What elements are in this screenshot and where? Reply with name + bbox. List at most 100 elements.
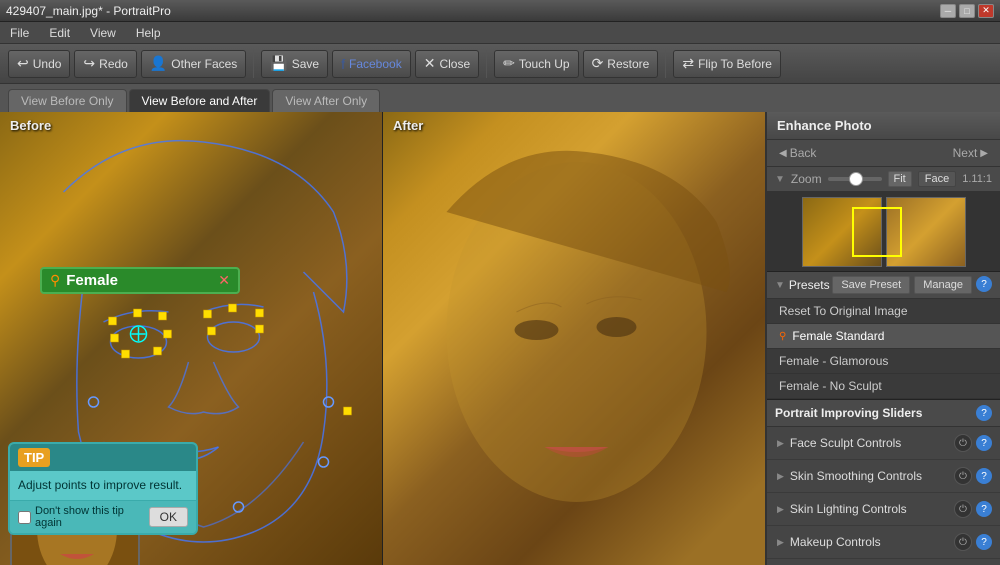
preset-item-3[interactable]: Female - No Sculpt: [767, 374, 1000, 399]
next-arrow-icon: ▶: [980, 148, 988, 159]
power-button-2[interactable]: ⏻: [954, 500, 972, 518]
slider-controls-1: ⏻ ?: [954, 467, 992, 485]
zoom-fit-button[interactable]: Fit: [888, 171, 912, 187]
back-button[interactable]: ◀ Back: [775, 144, 820, 162]
after-panel: After: [383, 112, 765, 565]
gender-text: Female: [66, 272, 212, 289]
presets-arrow-icon: ▼: [775, 280, 785, 291]
other-faces-button[interactable]: 👤 Other Faces: [141, 50, 246, 78]
sliders-help-button[interactable]: ?: [976, 405, 992, 421]
after-svg: [383, 112, 765, 565]
slider-row-3[interactable]: ▶ Makeup Controls ⏻ ?: [767, 526, 1000, 559]
preset-label-1: Female Standard: [792, 329, 884, 343]
titlebar-controls: ─ □ ✕: [940, 4, 994, 18]
redo-button[interactable]: ↪ Redo: [74, 50, 136, 78]
close-button[interactable]: ✕: [978, 4, 994, 18]
window-title: 429407_main.jpg* - PortraitPro: [6, 4, 171, 18]
zoom-row: ▼ Zoom Fit Face 1.11:1: [767, 167, 1000, 192]
facebook-icon: f: [341, 56, 345, 72]
minimize-button[interactable]: ─: [940, 4, 956, 18]
power-button-1[interactable]: ⏻: [954, 467, 972, 485]
zoom-label: Zoom: [791, 172, 822, 186]
titlebar: 429407_main.jpg* - PortraitPro ─ □ ✕: [0, 0, 1000, 22]
close-toolbar-button[interactable]: ✕ Close: [415, 50, 479, 78]
slider-row-4[interactable]: ▶ Eye Controls ⏻ ?: [767, 559, 1000, 565]
back-arrow-icon: ◀: [779, 148, 787, 159]
preset-dot-1: ⚲: [779, 331, 786, 342]
menu-view[interactable]: View: [86, 24, 120, 42]
slider-name-1: Skin Smoothing Controls: [790, 469, 922, 483]
presets-actions: Save Preset Manage ?: [832, 276, 992, 294]
slider-left-0: ▶ Face Sculpt Controls: [777, 436, 901, 450]
preset-label-3: Female - No Sculpt: [779, 379, 882, 393]
slider-name-2: Skin Lighting Controls: [790, 502, 907, 516]
zoom-handle[interactable]: [849, 172, 863, 186]
save-button[interactable]: 💾 Save: [261, 50, 328, 78]
gender-close-button[interactable]: ✕: [218, 272, 230, 289]
slider-left-1: ▶ Skin Smoothing Controls: [777, 469, 922, 483]
preset-item-2[interactable]: Female - Glamorous: [767, 349, 1000, 374]
close-toolbar-icon: ✕: [424, 55, 436, 72]
faces-icon: 👤: [150, 55, 167, 72]
slider-name-0: Face Sculpt Controls: [790, 436, 901, 450]
flip-icon: ⇄: [682, 55, 694, 72]
tab-view-before-after[interactable]: View Before and After: [129, 89, 271, 112]
slider-row-1[interactable]: ▶ Skin Smoothing Controls ⏻ ?: [767, 460, 1000, 493]
toolbar: ↩ Undo ↪ Redo 👤 Other Faces 💾 Save f Fac…: [0, 44, 1000, 84]
toolbar-separator-3: [665, 50, 666, 78]
gender-label: ⚲ Female ✕: [40, 267, 240, 294]
menubar: File Edit View Help: [0, 22, 1000, 44]
zoom-slider[interactable]: [828, 177, 882, 181]
enhance-title: Enhance Photo: [777, 118, 872, 133]
preset-item-0[interactable]: Reset To Original Image: [767, 299, 1000, 324]
help-button-2[interactable]: ?: [976, 501, 992, 517]
thumb-selection-rect: [852, 207, 902, 257]
menu-edit[interactable]: Edit: [45, 24, 74, 42]
slider-controls-2: ⏻ ?: [954, 500, 992, 518]
menu-help[interactable]: Help: [132, 24, 165, 42]
power-button-0[interactable]: ⏻: [954, 434, 972, 452]
presets-row: ▼ Presets Save Preset Manage ?: [767, 272, 1000, 299]
next-button[interactable]: Next ▶: [949, 144, 992, 162]
power-button-3[interactable]: ⏻: [954, 533, 972, 551]
before-image: ⚲ Female ✕: [0, 112, 382, 565]
help-button-3[interactable]: ?: [976, 534, 992, 550]
slider-arrow-0: ▶: [777, 438, 784, 449]
before-panel: Before: [0, 112, 383, 565]
tab-view-after-only[interactable]: View After Only: [272, 89, 380, 112]
zoom-face-button[interactable]: Face: [918, 171, 956, 187]
sliders-list: ▶ Face Sculpt Controls ⏻ ? ▶ Skin Smooth…: [767, 427, 1000, 565]
tabbar: View Before Only View Before and After V…: [0, 84, 1000, 112]
help-button-1[interactable]: ?: [976, 468, 992, 484]
save-preset-button[interactable]: Save Preset: [832, 276, 910, 294]
restore-button[interactable]: ⟳ Restore: [583, 50, 659, 78]
sliders-title: Portrait Improving Sliders: [775, 406, 922, 420]
tip-checkbox[interactable]: [18, 511, 31, 524]
thumb-preview: [767, 192, 1000, 272]
slider-left-2: ▶ Skin Lighting Controls: [777, 502, 907, 516]
flip-to-before-button[interactable]: ⇄ Flip To Before: [673, 50, 781, 78]
manage-button[interactable]: Manage: [914, 276, 972, 294]
slider-row-2[interactable]: ▶ Skin Lighting Controls ⏻ ?: [767, 493, 1000, 526]
maximize-button[interactable]: □: [959, 4, 975, 18]
preset-item-1[interactable]: ⚲ Female Standard: [767, 324, 1000, 349]
menu-file[interactable]: File: [6, 24, 33, 42]
touch-up-icon: ✏: [503, 55, 515, 72]
slider-row-0[interactable]: ▶ Face Sculpt Controls ⏻ ?: [767, 427, 1000, 460]
preset-label-0: Reset To Original Image: [779, 304, 908, 318]
slider-arrow-2: ▶: [777, 504, 784, 515]
touch-up-button[interactable]: ✏ Touch Up: [494, 50, 578, 78]
after-image: [383, 112, 765, 565]
undo-icon: ↩: [17, 55, 29, 72]
tab-view-before-only[interactable]: View Before Only: [8, 89, 127, 112]
slider-controls-0: ⏻ ?: [954, 434, 992, 452]
zoom-ratio: 1.11:1: [962, 173, 992, 185]
help-button-0[interactable]: ?: [976, 435, 992, 451]
enhance-header: Enhance Photo: [767, 112, 1000, 140]
tip-checkbox-label[interactable]: Don't show this tip again: [18, 505, 149, 529]
facebook-button[interactable]: f Facebook: [332, 50, 411, 78]
presets-help-button[interactable]: ?: [976, 276, 992, 292]
tip-ok-button[interactable]: OK: [149, 507, 188, 527]
slider-arrow-3: ▶: [777, 537, 784, 548]
undo-button[interactable]: ↩ Undo: [8, 50, 70, 78]
